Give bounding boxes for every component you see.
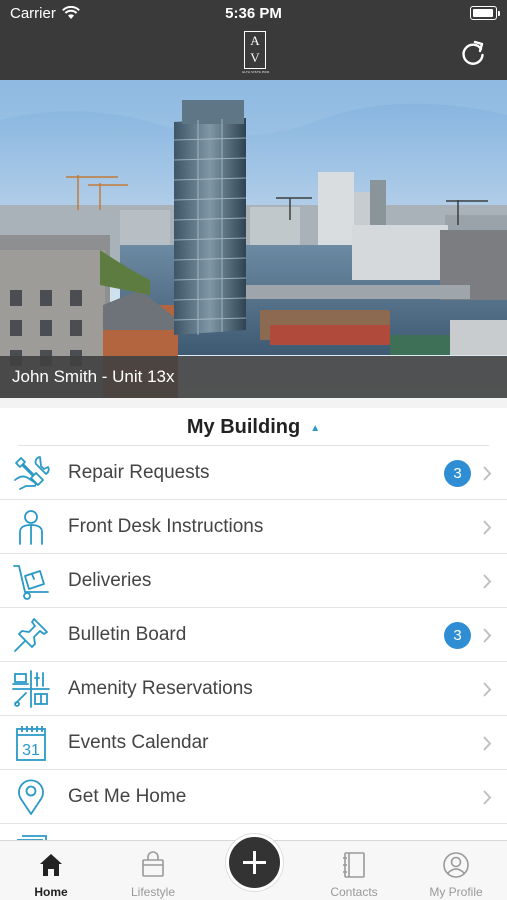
- shopping-bag-icon: [142, 851, 164, 877]
- section-title: My Building: [186, 416, 301, 438]
- documents-icon: [17, 835, 47, 840]
- calendar-day: 31: [22, 742, 40, 759]
- chevron-right-icon: [483, 466, 492, 481]
- menu-item-label: Get Me Home: [68, 786, 187, 807]
- chevron-right-icon: [483, 790, 492, 805]
- battery-icon: [470, 6, 500, 20]
- contacts-book-icon: [343, 852, 365, 878]
- home-icon: [40, 854, 62, 876]
- menu-item-bulletin-board[interactable]: Bulletin Board 3: [0, 608, 507, 662]
- menu-item-label: Amenity Reservations: [68, 678, 253, 699]
- tab-label: Home: [34, 885, 68, 899]
- menu-item-label: Bulletin Board: [68, 624, 187, 645]
- building-photo: John Smith - Unit 13x: [0, 80, 507, 398]
- location-pin-icon: [18, 779, 44, 815]
- resident-bar: John Smith - Unit 13x: [0, 356, 507, 398]
- status-bar: Carrier 5:36 PM: [0, 0, 507, 28]
- count-badge: 3: [444, 460, 471, 487]
- menu-item-amenity-reservations[interactable]: Amenity Reservations: [0, 662, 507, 716]
- tab-home[interactable]: Home: [0, 841, 102, 900]
- wrench-hand-icon: [14, 456, 50, 490]
- chevron-right-icon: [483, 574, 492, 589]
- caret-up-icon: ▲: [310, 423, 321, 434]
- logo-text: ALTA VISTA PRO: [242, 70, 270, 74]
- chevron-right-icon: [483, 628, 492, 643]
- clock: 5:36 PM: [225, 5, 282, 22]
- pushpin-icon: [14, 618, 48, 652]
- chevron-right-icon: [483, 736, 492, 751]
- amenities-icon: [12, 670, 50, 708]
- logo-letters: AV: [244, 31, 266, 69]
- menu-item-front-desk-instructions[interactable]: Front Desk Instructions: [0, 500, 507, 554]
- tab-label: My Profile: [429, 885, 483, 899]
- tab-my-profile[interactable]: My Profile: [405, 841, 507, 900]
- menu-item-label: Deliveries: [68, 570, 152, 591]
- refresh-icon[interactable]: [459, 39, 487, 67]
- menu-item-get-me-home[interactable]: Get Me Home: [0, 770, 507, 824]
- person-icon: [19, 510, 43, 545]
- tab-lifestyle[interactable]: Lifestyle: [102, 841, 204, 900]
- menu-item-deliveries[interactable]: Deliveries: [0, 554, 507, 608]
- tab-contacts[interactable]: Contacts: [303, 841, 405, 900]
- add-button[interactable]: [226, 834, 283, 891]
- section-header[interactable]: My Building ▲: [0, 408, 507, 446]
- chevron-right-icon: [483, 682, 492, 697]
- profile-icon: [443, 852, 469, 878]
- menu-list: Repair Requests 3 Front Desk Instruction…: [0, 446, 507, 840]
- hand-truck-icon: [13, 565, 49, 600]
- menu-item-label: Front Desk Instructions: [68, 516, 264, 537]
- menu-item-repair-requests[interactable]: Repair Requests 3: [0, 446, 507, 500]
- resident-name: John Smith - Unit 13x: [12, 367, 175, 386]
- plus-icon: [243, 851, 266, 874]
- chevron-right-icon: [483, 520, 492, 535]
- tab-label: Lifestyle: [130, 885, 176, 899]
- calendar-icon: 31: [16, 726, 46, 761]
- app-header: Carrier 5:36 PM AV ALTA VISTA PRO: [0, 0, 507, 80]
- logo: AV ALTA VISTA PRO: [242, 31, 270, 75]
- hero-image: [0, 80, 507, 398]
- menu-item-label: Repair Requests: [68, 462, 210, 483]
- tab-label: Contacts: [330, 885, 378, 899]
- menu-item-events-calendar[interactable]: 31 Events Calendar: [0, 716, 507, 770]
- menu-item-label: Events Calendar: [68, 732, 209, 753]
- count-badge: 3: [444, 622, 471, 649]
